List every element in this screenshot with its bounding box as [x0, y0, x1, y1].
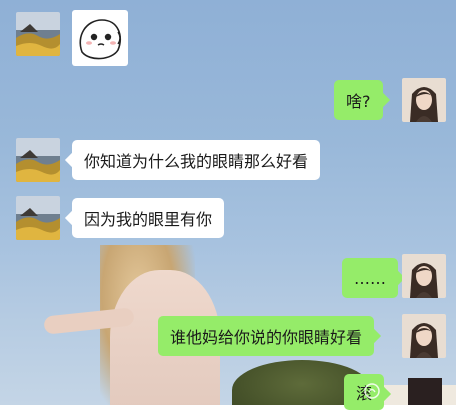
received-avatar[interactable]: [16, 12, 60, 56]
sent-avatar[interactable]: [402, 314, 446, 358]
received-message-bubble[interactable]: 你知道为什么我的眼睛那么好看: [72, 140, 321, 180]
message-text: 因为我的眼里有你: [84, 210, 213, 229]
landscape-avatar-icon: [16, 138, 60, 182]
message-text: 啥?: [346, 92, 371, 111]
sent-avatar[interactable]: [402, 78, 446, 122]
message-text: ……: [354, 268, 386, 288]
cartoon-shy-face-icon: [79, 19, 122, 60]
cartoon-shy-face-sticker[interactable]: [72, 10, 128, 66]
landscape-avatar-icon: [16, 196, 60, 240]
girl-long-hair-avatar-icon: [402, 314, 446, 358]
message-text: 谁他妈给你说的你眼睛好看: [170, 328, 363, 347]
message-text: 你知道为什么我的眼睛那么好看: [84, 152, 309, 171]
sent-message-bubble[interactable]: 谁他妈给你说的你眼睛好看: [158, 316, 375, 356]
received-message-bubble[interactable]: 因为我的眼里有你: [72, 198, 225, 238]
sent-message-bubble[interactable]: 啥?: [334, 80, 383, 120]
girl-long-hair-avatar-icon: [402, 254, 446, 298]
sent-avatar[interactable]: [402, 254, 446, 298]
watermark-logo-icon: [364, 383, 380, 399]
censor-block: [408, 378, 442, 405]
received-avatar[interactable]: [16, 138, 60, 182]
sent-message-bubble[interactable]: ……: [342, 258, 398, 298]
girl-long-hair-avatar-icon: [402, 78, 446, 122]
received-avatar[interactable]: [16, 196, 60, 240]
landscape-avatar-icon: [16, 12, 60, 56]
